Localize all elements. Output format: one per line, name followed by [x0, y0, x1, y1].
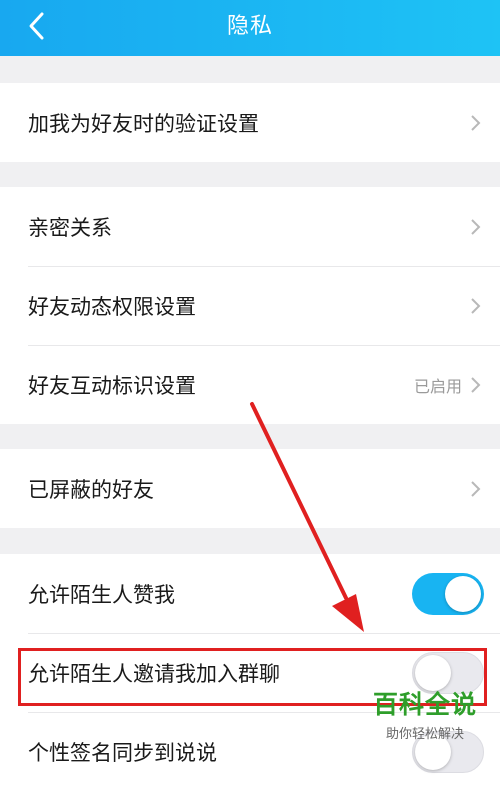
- chevron-right-icon: [471, 376, 481, 393]
- watermark-subtitle: 助你轻松解决: [385, 726, 464, 742]
- setting-label: 亲密关系: [28, 215, 112, 240]
- status-text: 已启用: [413, 376, 462, 396]
- setting-row-friend-feed-permission[interactable]: 好友动态权限设置: [0, 266, 500, 345]
- setting-label: 好友互动标识设置: [28, 373, 196, 398]
- setting-row-blocked-friends[interactable]: 已屏蔽的好友: [0, 449, 500, 528]
- top-navigation-bar: 隐私: [0, 0, 500, 56]
- chevron-right-icon: [471, 114, 481, 131]
- setting-row-stranger-like: 允许陌生人赞我: [0, 554, 500, 633]
- setting-label: 允许陌生人赞我: [28, 582, 175, 607]
- toggle-knob: [445, 575, 481, 612]
- settings-group-blocked: 已屏蔽的好友: [0, 449, 500, 528]
- page-title: 隐私: [226, 14, 273, 39]
- settings-group-friends: 亲密关系 好友动态权限设置 好友互动标识设置 已启用: [0, 187, 500, 424]
- setting-label: 个性签名同步到说说: [28, 740, 217, 765]
- chevron-right-icon: [471, 480, 481, 497]
- setting-row-intimate-relationship[interactable]: 亲密关系: [0, 187, 500, 266]
- setting-label: 已屏蔽的好友: [28, 477, 154, 502]
- settings-group-verification: 加我为好友时的验证设置: [0, 83, 500, 162]
- chevron-right-icon: [471, 297, 481, 314]
- chevron-right-icon: [471, 218, 481, 235]
- setting-row-friend-verification[interactable]: 加我为好友时的验证设置: [0, 83, 500, 162]
- setting-row-interaction-badge[interactable]: 好友互动标识设置 已启用: [0, 345, 500, 424]
- watermark-title: 百科全说: [372, 689, 477, 719]
- toggle-switch-on[interactable]: [412, 572, 484, 615]
- setting-label: 好友动态权限设置: [28, 294, 196, 319]
- watermark-logo: 百科全说 助你轻松解决: [356, 680, 494, 746]
- setting-label: 加我为好友时的验证设置: [28, 111, 259, 136]
